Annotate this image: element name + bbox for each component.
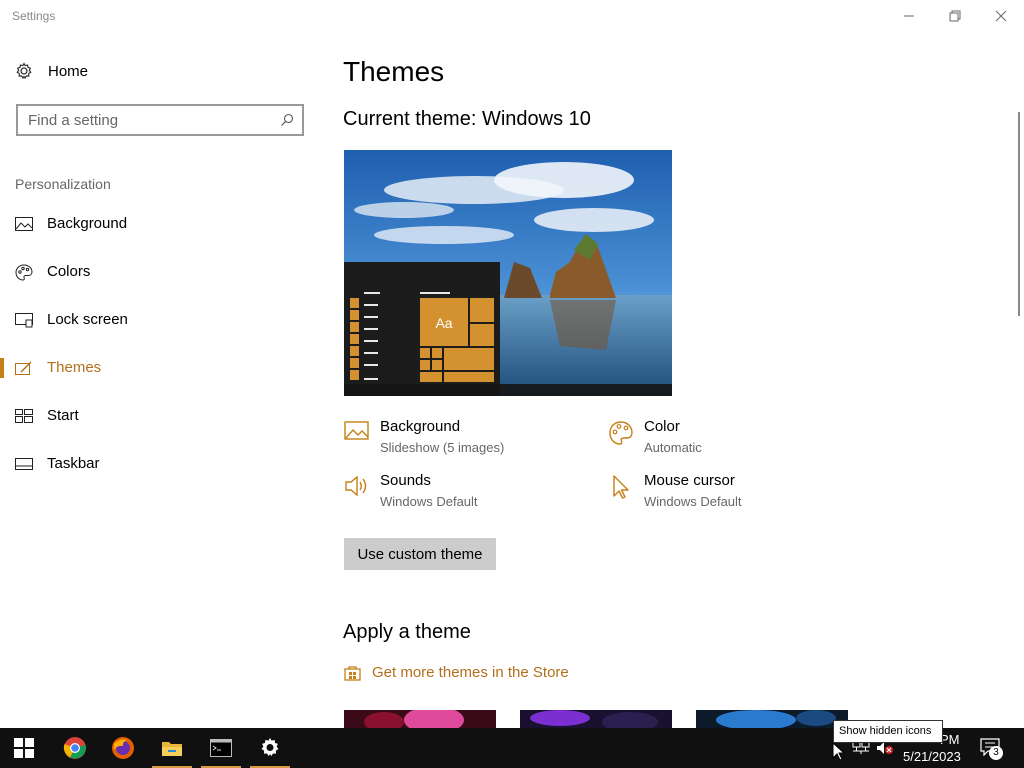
tooltip-show-hidden-icons: Show hidden icons (833, 720, 943, 743)
action-center-button[interactable]: 3 (980, 738, 1004, 760)
theme-thumbnail[interactable] (344, 710, 496, 728)
property-value: Slideshow (5 images) (380, 440, 505, 455)
sidebar: Home Personalization Background Colors L… (0, 32, 320, 728)
sidebar-item-label: Themes (47, 359, 102, 376)
start-button[interactable] (0, 728, 48, 768)
apply-theme-heading: Apply a theme (343, 621, 471, 643)
property-title: Background (380, 418, 461, 435)
theme-thumbnail-image (344, 710, 496, 728)
theme-thumbnail[interactable] (696, 710, 848, 728)
sidebar-item-themes[interactable]: Themes (0, 348, 320, 388)
use-custom-theme-button[interactable]: Use custom theme (344, 538, 496, 570)
close-button[interactable] (978, 0, 1024, 32)
notification-count-badge: 3 (989, 746, 1003, 760)
theme-preview-image: Aa (344, 150, 672, 396)
minimize-icon (904, 15, 914, 17)
property-value: Windows Default (644, 494, 742, 509)
search-box[interactable] (16, 104, 304, 136)
sidebar-item-lock-screen[interactable]: Lock screen (0, 300, 320, 340)
property-title: Mouse cursor (644, 472, 735, 489)
theme-thumbnail-image (520, 710, 672, 728)
brush-icon (15, 360, 33, 376)
clock-date[interactable]: 5/21/2023 (903, 749, 961, 764)
sidebar-item-label: Background (47, 215, 128, 232)
restore-icon (949, 10, 961, 22)
speaker-icon (344, 474, 370, 500)
property-mouse-cursor[interactable]: Mouse cursor Windows Default (608, 472, 828, 516)
start-grid-icon (15, 408, 33, 424)
property-title: Sounds (380, 472, 431, 489)
property-value: Windows Default (380, 494, 478, 509)
active-indicator (0, 358, 4, 378)
nav-home[interactable]: Home (15, 62, 88, 80)
property-value: Automatic (644, 440, 702, 455)
store-bag-icon (344, 665, 361, 681)
theme-preview: Aa (344, 150, 672, 396)
page-title: Themes (343, 56, 445, 87)
search-icon[interactable] (280, 113, 294, 127)
chrome-icon (63, 737, 86, 759)
search-input[interactable] (18, 106, 268, 134)
property-sounds[interactable]: Sounds Windows Default (344, 472, 564, 516)
volume-muted-icon[interactable] (876, 741, 894, 755)
gear-icon (16, 62, 32, 79)
palette-icon (608, 420, 634, 446)
taskbar-terminal[interactable] (197, 728, 245, 768)
picture-icon (15, 216, 33, 232)
sidebar-item-label: Lock screen (47, 311, 128, 328)
store-link[interactable]: Get more themes in the Store (344, 664, 569, 681)
sidebar-item-label: Start (47, 407, 79, 424)
network-icon[interactable] (852, 741, 870, 755)
firefox-icon (112, 737, 134, 759)
preview-tile-label: Aa (435, 315, 452, 331)
sidebar-item-colors[interactable]: Colors (0, 252, 320, 292)
property-title: Color (644, 418, 680, 435)
picture-icon (344, 420, 370, 446)
minimize-button[interactable] (886, 0, 932, 32)
nav-home-label: Home (48, 62, 89, 80)
store-link-label: Get more themes in the Store (372, 664, 569, 681)
settings-gear-icon (261, 738, 279, 756)
current-theme-label: Current theme: Windows 10 (343, 108, 591, 130)
sidebar-item-label: Colors (47, 263, 91, 280)
taskbar-chrome[interactable] (51, 728, 99, 768)
file-explorer-icon (162, 742, 182, 756)
terminal-icon (210, 739, 232, 757)
taskbar-firefox[interactable] (99, 728, 147, 768)
sidebar-item-label: Taskbar (47, 455, 100, 472)
taskbar-file-explorer[interactable] (148, 728, 196, 768)
section-label-personalization: Personalization (15, 176, 111, 192)
palette-icon (15, 263, 33, 281)
property-color[interactable]: Color Automatic (608, 418, 828, 462)
window-title: Settings (12, 9, 56, 23)
main-content: Themes Current theme: Windows 10 Aa Back… (320, 32, 1024, 728)
restore-button[interactable] (932, 0, 978, 32)
close-icon (995, 10, 1007, 22)
mouse-pointer-icon (832, 742, 846, 761)
cursor-icon (608, 474, 634, 500)
taskbar-icon (15, 456, 33, 472)
taskbar-settings[interactable] (246, 728, 294, 768)
windows-start-icon (14, 738, 34, 758)
sidebar-item-taskbar[interactable]: Taskbar (0, 444, 320, 484)
sidebar-item-background[interactable]: Background (0, 204, 320, 244)
monitor-icon (15, 312, 33, 328)
scrollbar[interactable] (1018, 112, 1020, 316)
title-bar: Settings (0, 0, 1024, 32)
sidebar-item-start[interactable]: Start (0, 396, 320, 436)
theme-thumbnail-image (696, 710, 848, 728)
property-background[interactable]: Background Slideshow (5 images) (344, 418, 564, 462)
theme-thumbnail[interactable] (520, 710, 672, 728)
